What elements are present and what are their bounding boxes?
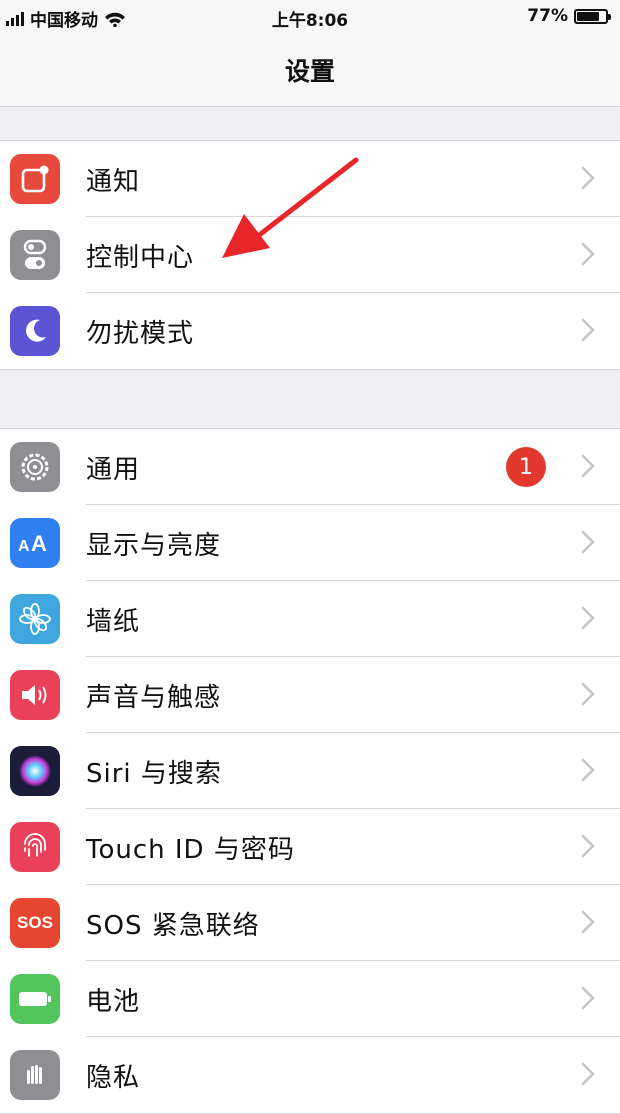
settings-group-2: 通用 1 A A 显示与亮度墙纸声音与触感 Siri 与搜索 Touch ID 与密码 SOS… [0,428,620,1114]
chevron-right-icon [581,682,595,706]
notification-badge: 1 [506,447,546,487]
wallpaper-flower-icon [10,594,60,644]
battery-status-icon [574,8,611,24]
settings-row[interactable]: SOS SOS 紧急联络 [0,885,620,961]
settings-row-label: SOS 紧急联络 [86,910,260,941]
notifications-icon [10,154,60,204]
settings-row[interactable]: Touch ID 与密码 [0,809,620,885]
siri-icon [10,746,60,796]
chevron-right-icon [581,910,595,934]
settings-row[interactable]: Siri 与搜索 [0,733,620,809]
settings-row-label: 勿扰模式 [86,318,195,349]
settings-row[interactable]: A A 显示与亮度 [0,505,620,581]
svg-text:A: A [18,538,30,555]
settings-row[interactable]: 控制中心 [0,217,620,293]
chevron-right-icon [581,834,595,858]
page-title: 设置 [284,57,335,86]
settings-row-label: 声音与触感 [86,682,222,713]
chevron-right-icon [581,454,595,478]
chevron-right-icon [581,318,595,342]
status-bar: 中国移动 上午8:06 77% [0,0,620,34]
settings-row[interactable]: 声音与触感 [0,657,620,733]
chevron-right-icon [581,758,595,782]
chevron-right-icon [581,530,595,554]
display-aa-icon: AA [10,518,60,568]
settings-row[interactable]: 通知 [0,141,620,217]
control-center-icon [10,230,60,280]
chevron-right-icon [581,1062,595,1086]
fingerprint-icon [10,822,60,872]
settings-row[interactable]: 电池 [0,961,620,1037]
settings-row-label: 显示与亮度 [86,530,222,561]
status-right: 77% [527,6,611,26]
settings-row-label: 隐私 [86,1062,141,1093]
battery-fill [577,11,599,21]
settings-row-label: 墙纸 [86,606,141,637]
sos-icon-text: SOS [17,913,53,932]
moon-icon [10,306,60,356]
battery-icon [10,974,60,1024]
privacy-hand-icon [10,1050,60,1100]
battery-percent: 77% [527,6,568,26]
settings-row-label: 控制中心 [86,242,195,273]
speaker-icon [10,670,60,720]
settings-row[interactable]: 墙纸 [0,581,620,657]
settings-row-label: 通知 [86,166,141,197]
settings-row-label: Siri 与搜索 [86,758,222,789]
chevron-right-icon [581,242,595,266]
gear-icon [10,442,60,492]
chevron-right-icon [581,986,595,1010]
chevron-right-icon [581,166,595,190]
settings-row[interactable]: 隐私 [0,1037,620,1113]
chevron-right-icon [581,606,595,630]
settings-row[interactable]: 通用 1 [0,429,620,505]
nav-bar: 设置 [0,34,620,107]
settings-row-label: Touch ID 与密码 [86,834,295,865]
settings-row[interactable]: 勿扰模式 [0,293,620,369]
sos-icon: SOS [10,898,60,948]
settings-row-label: 电池 [86,986,141,1017]
settings-row-label: 通用 [86,454,141,485]
svg-text:A: A [31,531,47,555]
settings-group-1: 通知控制中心勿扰模式 [0,140,620,370]
